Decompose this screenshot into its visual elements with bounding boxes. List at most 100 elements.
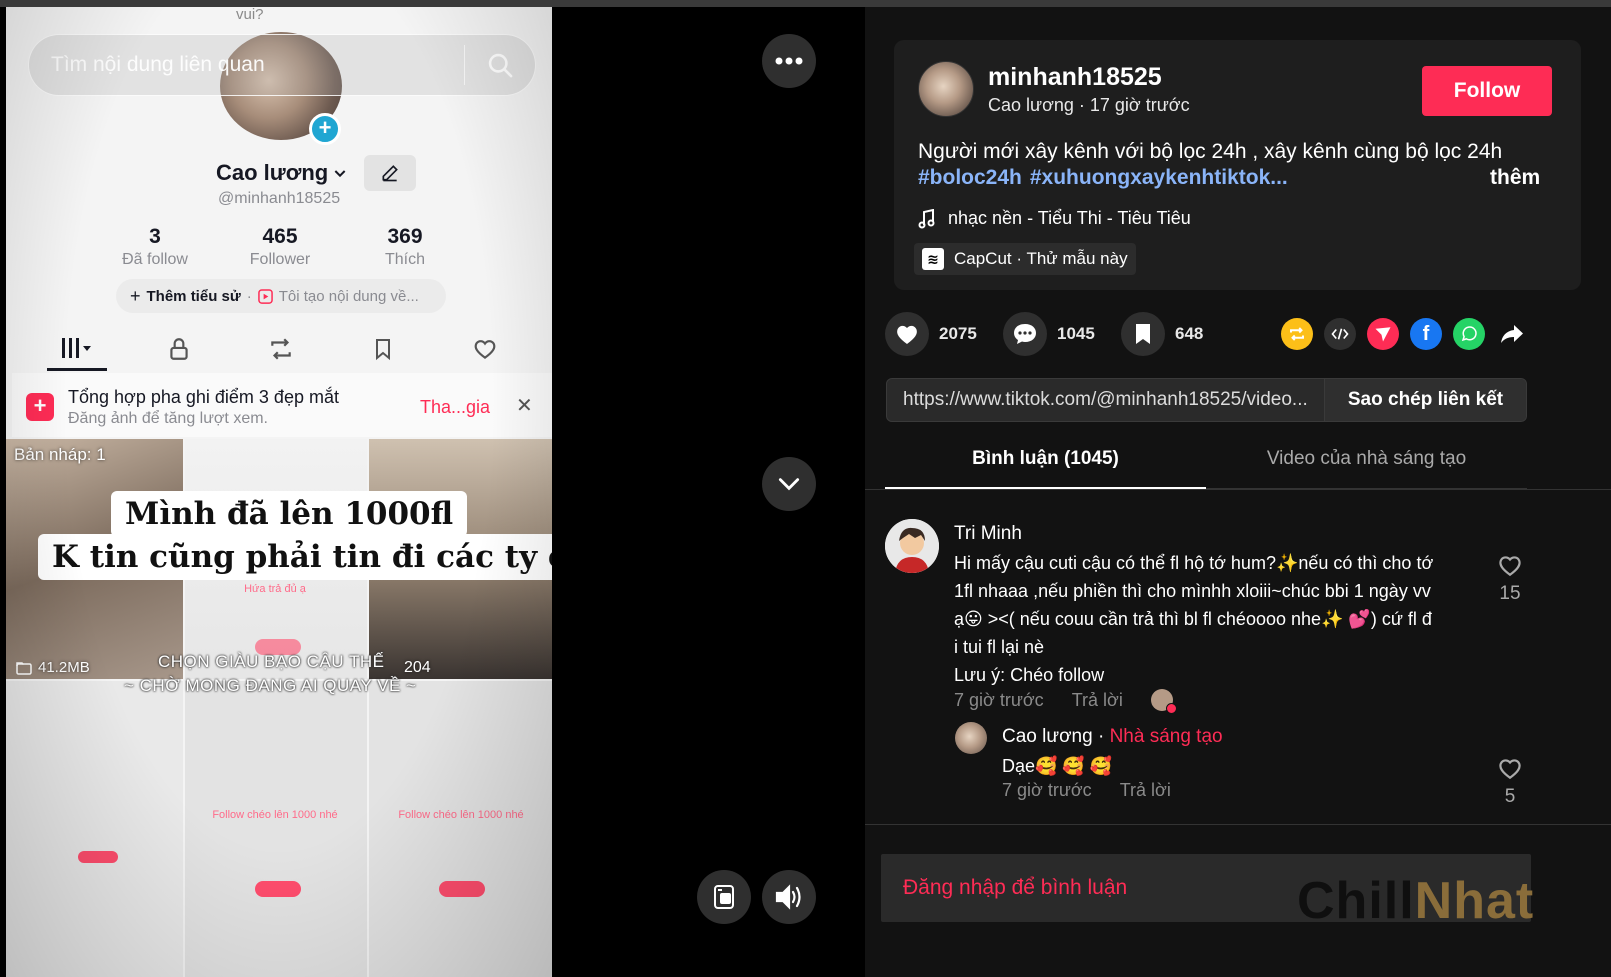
- creator-badge: Nhà sáng tạo: [1109, 726, 1223, 747]
- save-button[interactable]: 648: [1121, 312, 1221, 356]
- reply-like-button[interactable]: 5: [1490, 756, 1530, 808]
- chevron-down-icon: [778, 478, 800, 491]
- thumbnail-decor-text: Follow chéo lên 1000 nhé: [212, 809, 338, 821]
- music-info[interactable]: nhạc nền - Tiểu Thi - Tiêu Tiêu: [918, 208, 1191, 229]
- stat-label: Follower: [249, 251, 311, 268]
- video-link-text[interactable]: https://www.tiktok.com/@minhanh18525/vid…: [887, 389, 1324, 411]
- bio-pill: + Thêm tiểu sử · Tôi tạo nội dung về...: [116, 279, 446, 313]
- promo-banner: + Tổng hợp pha ghi điểm 3 đẹp mắt Đăng ả…: [12, 373, 552, 437]
- volume-button[interactable]: [762, 870, 816, 924]
- capcut-icon: ≋: [922, 248, 944, 270]
- stat-value: 369: [387, 225, 423, 248]
- views-count: 204: [404, 659, 431, 677]
- embed-button[interactable]: [1324, 318, 1356, 350]
- capcut-template-button[interactable]: ≋ CapCut · Thử mẫu này: [914, 243, 1136, 275]
- close-icon: ✕: [516, 395, 533, 417]
- reply-author-name[interactable]: Cao lương: [1002, 726, 1093, 747]
- share-icons: f: [1281, 318, 1528, 350]
- search-icon: [488, 53, 513, 78]
- video-square-icon: [257, 288, 273, 304]
- video-top-text-fragment: vui?: [236, 7, 264, 23]
- bookmark-icon: [1136, 324, 1150, 344]
- promo-subtitle: Đăng ảnh để tăng lượt xem.: [68, 410, 268, 427]
- file-size-label: 41.2MB: [16, 659, 90, 676]
- tab-comments[interactable]: Bình luận (1045): [885, 439, 1206, 489]
- next-video-button[interactable]: [762, 457, 816, 511]
- related-search-bar: [28, 34, 536, 96]
- comment-meta: 7 giờ trước Trả lời: [954, 689, 1177, 714]
- edit-profile-button: [364, 155, 416, 191]
- stat-label: Đã follow: [122, 251, 188, 268]
- lock-icon: [170, 338, 188, 360]
- author-avatar[interactable]: [918, 61, 974, 117]
- comment-line: i tui fl lại nè: [954, 637, 1045, 657]
- more-options-button[interactable]: [762, 34, 816, 88]
- repost-icon: [271, 338, 291, 360]
- lyric-line-1: CHỌN GIÀU BẠO CẬU THẾ: [158, 652, 385, 671]
- video-frame[interactable]: vui? + Cao lương @minhanh18525 3 Đã foll…: [6, 7, 552, 977]
- music-title: nhạc nền - Tiểu Thi - Tiêu Tiêu: [948, 208, 1191, 228]
- watermark-logo: ChillNhat: [1297, 875, 1534, 927]
- profile-name: Cao lương: [216, 160, 348, 186]
- facebook-icon[interactable]: f: [1410, 318, 1442, 350]
- reply-meta: 7 giờ trước Trả lời: [1002, 780, 1171, 801]
- grid-thumbnail: Follow chéo lên 1000 nhé: [369, 681, 552, 977]
- search-button[interactable]: [465, 35, 535, 95]
- reply-button[interactable]: Trả lời: [1072, 690, 1123, 711]
- author-meta: Cao lương · 17 giờ trước: [988, 95, 1190, 115]
- related-search-input[interactable]: [29, 53, 464, 77]
- watermark-part-2: Nhat: [1414, 872, 1535, 930]
- hashtag-link[interactable]: #boloc24h: [918, 166, 1022, 190]
- show-more-button[interactable]: thêm: [1490, 166, 1540, 190]
- post-info-card: minhanh18525 Cao lương · 17 giờ trước Fo…: [894, 40, 1581, 290]
- profile-handle: @minhanh18525: [218, 190, 341, 207]
- repost-icon: [1290, 327, 1304, 341]
- comment-line: Lưu ý: Chéo follow: [954, 665, 1105, 685]
- tab-videos-grid: [47, 327, 107, 371]
- reply-author-line: Cao lương · Nhà sáng tạo: [1002, 726, 1223, 748]
- reply-button[interactable]: Trả lời: [1120, 780, 1171, 801]
- bookmark-icon: [376, 339, 390, 361]
- plus-icon: +: [130, 285, 141, 306]
- share-arrow-icon: [1501, 325, 1523, 343]
- share-more-button[interactable]: [1496, 318, 1528, 350]
- reply-like-count: 5: [1504, 786, 1516, 807]
- login-to-comment-text: Đăng nhập để bình luận: [903, 876, 1128, 899]
- comments-divider: [865, 824, 1611, 825]
- video-caption-line-2: K tin cũng phải tin đi các ty ơi: [38, 534, 552, 580]
- tab-creator-videos[interactable]: Video của nhà sáng tạo: [1206, 439, 1527, 489]
- grid-menu-icon: [62, 337, 91, 358]
- repost-button[interactable]: [1281, 318, 1313, 350]
- thumbnail-pill: [255, 881, 301, 897]
- grid-thumbnail: [6, 681, 183, 977]
- thumbnail-pill: [439, 881, 485, 897]
- heart-icon: [474, 340, 496, 359]
- reply-time: 7 giờ trước: [1002, 780, 1092, 800]
- heart-icon: [897, 325, 917, 344]
- stat-following: 3 Đã follow: [100, 225, 210, 269]
- send-to-friends-button[interactable]: [1367, 318, 1399, 350]
- speaker-icon: [775, 884, 801, 910]
- login-to-comment-bar[interactable]: Đăng nhập để bình luận ChillNhat: [881, 854, 1533, 927]
- floating-player-button[interactable]: [697, 870, 751, 924]
- copy-link-button[interactable]: Sao chép liên kết: [1324, 379, 1526, 421]
- whatsapp-icon[interactable]: [1453, 318, 1485, 350]
- follow-button[interactable]: Follow: [1422, 66, 1552, 116]
- pencil-icon: [382, 165, 398, 182]
- save-icon-wrap: [1121, 312, 1165, 356]
- watermark-part-1: Chill: [1297, 872, 1415, 930]
- reply-author-avatar[interactable]: [955, 722, 987, 754]
- chevron-down-icon: [334, 170, 346, 178]
- commenter-name[interactable]: Tri Minh: [954, 523, 1022, 545]
- music-note-icon: [918, 208, 935, 228]
- like-button[interactable]: 2075: [885, 312, 985, 356]
- stat-value: 3: [149, 225, 161, 248]
- avatar-illustration: [885, 519, 939, 573]
- comment-like-button[interactable]: 15: [1490, 553, 1530, 605]
- embed-code-icon: [1331, 328, 1349, 340]
- video-caption-line-1: Mình đã lên 1000fl: [111, 491, 468, 537]
- comment-button[interactable]: 1045: [1003, 312, 1103, 356]
- hashtag-link[interactable]: #xuhuongxaykenhtiktok...: [1030, 166, 1288, 190]
- author-name[interactable]: minhanh18525: [988, 63, 1162, 92]
- commenter-avatar[interactable]: [885, 519, 939, 573]
